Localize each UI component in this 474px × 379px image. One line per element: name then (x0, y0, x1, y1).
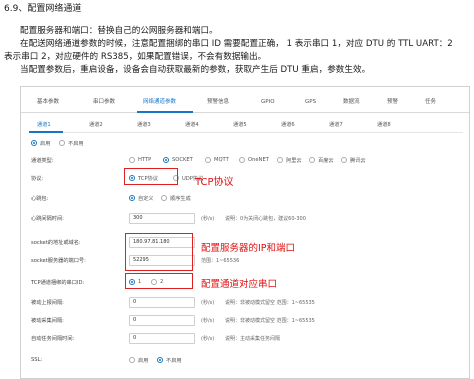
type-http-label: HTTP (138, 157, 152, 163)
tab-gps[interactable]: GPS (305, 95, 316, 109)
heartbeat-custom-label: 自定义 (138, 196, 154, 202)
type-http-radio[interactable] (129, 157, 135, 163)
type-aliyun-radio[interactable] (277, 157, 283, 163)
active-channel-indicator (29, 131, 63, 133)
socket-address-label: socket的地址或域名: (31, 240, 81, 246)
type-mqtt-radio[interactable] (205, 157, 211, 163)
active-task-unit: (秒/s) (201, 336, 215, 342)
channel-tab-3[interactable]: 通道3 (137, 119, 151, 131)
main-tab-bar: 基本参数 串口参数 网络通道参数 预警信息 GPIO GPS 数据流 预警 任务 (21, 95, 469, 113)
heartbeat-interval-unit: (秒/s) (201, 216, 215, 222)
channel-tab-7[interactable]: 通道7 (329, 119, 343, 131)
server-annotation: 配置服务器的IP和端口 (201, 243, 296, 254)
passive-collect-unit: (秒/s) (201, 318, 215, 324)
tab-alarm[interactable]: 预警 (387, 95, 398, 109)
enable-off-label: 不启用 (68, 141, 84, 147)
heartbeat-interval-label: 心跳间隔时间: (31, 216, 64, 222)
type-onenet-radio[interactable] (239, 157, 245, 163)
active-task-row: 自动任务间隔时间: 0 (秒/s) 说明：主动采集任务间隔 (29, 333, 459, 345)
doc-paragraph-1: 配置服务器和端口：替换自己的公网服务器和端口。 (20, 26, 218, 36)
ssl-row: SSL: 启用 不启用 (29, 355, 459, 367)
channel-tab-bar: 通道1 通道2 通道3 通道4 通道5 通道6 通道7 通道8 (29, 119, 463, 133)
tab-task[interactable]: 任务 (425, 95, 436, 109)
type-tencent-radio[interactable] (341, 157, 347, 163)
type-baidu-radio[interactable] (309, 157, 315, 163)
type-tencent-label: 腾讯云 (350, 158, 366, 164)
passive-upload-input[interactable]: 0 (129, 297, 195, 308)
type-onenet-label: OneNET (248, 157, 269, 163)
doc-paragraph-3: 表示串口 2，对应硬件的 RS385，如果配置错误，不会有数据输出。 (4, 52, 267, 62)
active-tab-indicator (137, 111, 193, 113)
channel-type-row: 通道类型: HTTP SOCKET MQTT OneNET 阿里云 百度云 腾讯… (29, 155, 459, 167)
tab-basic-params[interactable]: 基本参数 (37, 95, 59, 109)
section-heading: 6.9、配置网络通道 (4, 4, 82, 14)
embedded-config-screenshot: 基本参数 串口参数 网络通道参数 预警信息 GPIO GPS 数据流 预警 任务… (20, 86, 470, 379)
passive-upload-label: 被动上报间隔: (31, 300, 64, 306)
heartbeat-sequential-label: 顺序生成 (170, 196, 191, 202)
tcp-annotation: TCP协议 (195, 177, 234, 188)
channel-type-label: 通道类型: (31, 158, 54, 164)
ssl-on-label: 启用 (138, 358, 149, 364)
socket-port-row: socket服务器的端口号: 52295 范围：1~65536 (29, 255, 459, 267)
ssl-label: SSL: (31, 357, 43, 363)
heartbeat-custom-radio[interactable] (129, 195, 135, 201)
type-baidu-label: 百度云 (318, 158, 334, 164)
passive-upload-row: 被动上报间隔: 0 (秒/s) 说明：非被动模式留空 范围：1~65535 (29, 297, 459, 309)
protocol-label: 协议: (31, 176, 44, 182)
tab-gpio[interactable]: GPIO (261, 95, 275, 109)
protocol-row: 协议: TCP协议 UDP协议 (29, 173, 459, 185)
type-socket-radio[interactable] (163, 157, 169, 163)
tab-serial-params[interactable]: 串口参数 (93, 95, 115, 109)
active-task-label: 自动任务间隔时间: (31, 336, 75, 342)
channel-tab-2[interactable]: 通道2 (89, 119, 103, 131)
heartbeat-interval-row: 心跳间隔时间: 300 (秒/s) 说明：0为关闭心跳包，建议60-300 (29, 213, 459, 225)
passive-collect-input[interactable]: 0 (129, 315, 195, 326)
active-task-input[interactable]: 0 (129, 333, 195, 344)
channel-tab-8[interactable]: 通道8 (377, 119, 391, 131)
socket-port-label: socket服务器的端口号: (31, 258, 86, 264)
serial-bind-label: TCP通道捆绑的串口ID: (31, 280, 85, 286)
tab-network-channel[interactable]: 网络通道参数 (143, 95, 176, 109)
channel-tab-6[interactable]: 通道6 (281, 119, 295, 131)
heartbeat-row: 心跳包: 自定义 顺序生成 (29, 193, 459, 205)
enable-on-label: 启用 (40, 141, 51, 147)
ssl-on-radio[interactable] (129, 357, 135, 363)
passive-upload-unit: (秒/s) (201, 300, 215, 306)
server-highlight-box (125, 233, 193, 271)
type-socket-label: SOCKET (172, 157, 193, 163)
tab-warning-info[interactable]: 预警信息 (207, 95, 229, 109)
passive-collect-label: 被动采集间隔: (31, 318, 64, 324)
channel-tab-5[interactable]: 通道5 (233, 119, 247, 131)
tcp-highlight-box (124, 168, 178, 185)
passive-collect-row: 被动采集间隔: 0 (秒/s) 说明：非被动模式留空 范围：1~65535 (29, 315, 459, 327)
passive-collect-hint: 说明：非被动模式留空 范围：1~65535 (225, 318, 315, 324)
passive-upload-hint: 说明：非被动模式留空 范围：1~65535 (225, 300, 315, 306)
type-aliyun-label: 阿里云 (286, 158, 302, 164)
doc-paragraph-4: 当配置参数后，重启设备，设备会自动获取最新的参数，获取产生后 DTU 重启，参数… (20, 65, 371, 75)
socket-port-hint: 范围：1~65536 (201, 258, 240, 264)
heartbeat-sequential-radio[interactable] (161, 195, 167, 201)
ssl-off-label: 不启用 (166, 358, 182, 364)
channel-tab-4[interactable]: 通道4 (185, 119, 199, 131)
ssl-off-radio[interactable] (157, 357, 163, 363)
type-mqtt-label: MQTT (214, 157, 229, 163)
doc-paragraph-2: 在配送网络通道参数的时候，注意配置捆绑的串口 ID 需要配置正确， 1 表示串口… (20, 39, 453, 49)
active-task-hint: 说明：主动采集任务间隔 (225, 336, 281, 342)
enable-off-radio[interactable] (59, 140, 65, 146)
heartbeat-label: 心跳包: (31, 196, 49, 202)
enable-row: 启用 不启用 (29, 138, 459, 150)
channel-tab-1[interactable]: 通道1 (37, 119, 51, 131)
tab-data-stream[interactable]: 数据流 (343, 95, 360, 109)
heartbeat-interval-hint: 说明：0为关闭心跳包，建议60-300 (225, 216, 306, 222)
heartbeat-interval-input[interactable]: 300 (129, 213, 195, 224)
serial-annotation: 配置通道对应串口 (201, 279, 278, 290)
serial-highlight-box (125, 273, 193, 289)
enable-on-radio[interactable] (31, 140, 37, 146)
